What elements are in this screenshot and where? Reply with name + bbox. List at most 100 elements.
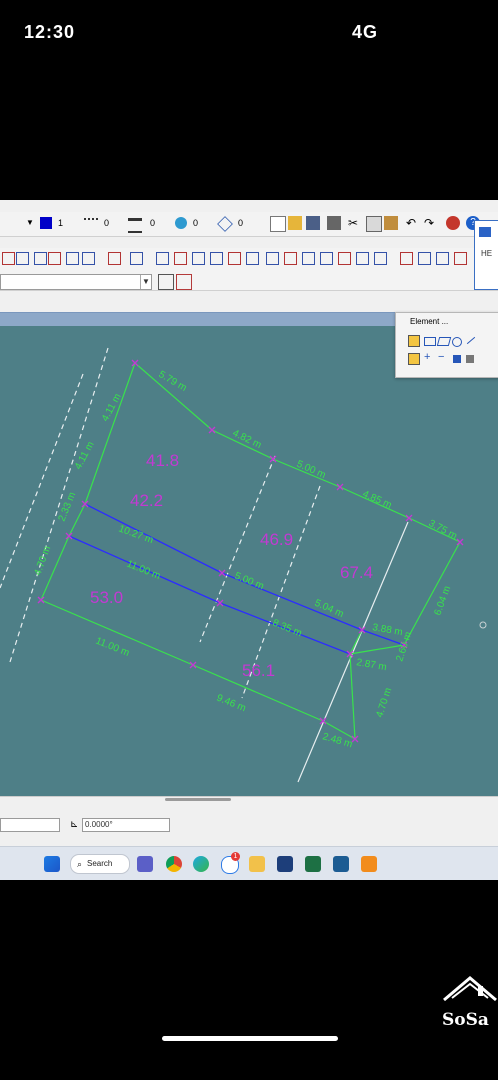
panel-icon[interactable] <box>479 227 491 237</box>
chevron-down-icon[interactable]: ▼ <box>140 275 151 289</box>
draw-tool-icon-24[interactable] <box>436 252 449 265</box>
new-file-icon[interactable] <box>270 216 286 232</box>
taskbar-search[interactable]: ⌕ Search <box>70 854 130 874</box>
draw-tool-icon-22[interactable] <box>400 252 413 265</box>
cad-window: ▼ 1 0 0 0 0 ✂ ↶ ↷ ? ▼ HE 5.79 m 4.82 m 5… <box>0 200 498 880</box>
filter-icon[interactable] <box>176 274 192 290</box>
print-icon[interactable] <box>327 216 341 230</box>
line-weight-icon[interactable] <box>128 218 142 233</box>
circle-icon[interactable] <box>452 337 462 347</box>
redo-icon[interactable]: ↷ <box>424 216 438 230</box>
draw-tool-icon-9[interactable] <box>156 252 169 265</box>
home-indicator[interactable] <box>162 1036 338 1041</box>
element-info-icon[interactable] <box>408 353 420 365</box>
transparency-icon[interactable] <box>175 217 187 229</box>
fill-icon[interactable] <box>453 355 461 363</box>
house-logo-icon <box>443 976 497 1002</box>
view-combo[interactable]: ▼ <box>0 274 152 290</box>
line-style-icon[interactable] <box>84 218 98 230</box>
save-icon[interactable] <box>306 216 320 230</box>
scroll-thumb[interactable] <box>165 798 231 801</box>
area-label: 67.4 <box>340 563 373 582</box>
map-app-icon[interactable] <box>333 856 349 872</box>
dropdown-arrow-icon[interactable]: ▼ <box>26 218 34 227</box>
measure-icon[interactable] <box>158 274 174 290</box>
undo-icon[interactable]: ↶ <box>406 216 420 230</box>
windows-start-icon[interactable] <box>44 856 60 872</box>
cut-icon[interactable]: ✂ <box>348 216 362 230</box>
draw-tool-icon-10[interactable] <box>174 252 187 265</box>
properties-icon[interactable] <box>466 355 474 363</box>
paste-icon[interactable] <box>384 216 398 230</box>
draw-tool-icon-4[interactable] <box>48 252 61 265</box>
draw-tool-icon-5[interactable] <box>66 252 79 265</box>
vertex-marker <box>189 661 197 669</box>
weight2-value[interactable]: 0 <box>150 218 155 228</box>
draw-tool-icon-23[interactable] <box>418 252 431 265</box>
angle-field[interactable]: 0.0000° <box>82 818 170 832</box>
boundary-line <box>40 599 194 666</box>
element-panel-title: Element ... <box>410 317 449 326</box>
priority-icon[interactable] <box>217 216 233 232</box>
draw-tool-icon-25[interactable] <box>454 252 467 265</box>
draw-tool-icon-15[interactable] <box>266 252 279 265</box>
draw-tool-icon-11[interactable] <box>192 252 205 265</box>
polygon-icon[interactable] <box>436 337 452 346</box>
draw-tool-icon-16[interactable] <box>284 252 297 265</box>
element-selection-icon[interactable] <box>408 335 420 347</box>
minus-icon[interactable]: − <box>438 351 444 363</box>
draw-tool-icon-2[interactable] <box>16 252 29 265</box>
drawing-canvas[interactable]: 5.79 m 4.82 m 5.00 m 4.85 m 3.75 m 4.11 m 4.11… <box>0 326 498 796</box>
excel-icon[interactable] <box>305 856 321 872</box>
draw-tool-icon-7[interactable] <box>108 252 121 265</box>
draw-tool-icon-1[interactable] <box>2 252 15 265</box>
file-explorer-icon[interactable] <box>249 856 265 872</box>
copy-icon[interactable] <box>366 216 382 232</box>
vertex-marker <box>218 569 226 577</box>
style-value[interactable]: 0 <box>193 218 198 228</box>
draw-tool-icon-12[interactable] <box>210 252 223 265</box>
vertex-marker <box>456 538 464 546</box>
edge-length-label: 4.70 m <box>32 545 53 577</box>
status-indicators: 4G <box>352 22 379 42</box>
edge-length-label: 5.00 m <box>233 571 265 593</box>
chrome-icon[interactable] <box>166 856 182 872</box>
draw-tool-icon-21[interactable] <box>374 252 387 265</box>
draw-tool-icon-17[interactable] <box>302 252 315 265</box>
open-folder-icon[interactable] <box>288 216 302 230</box>
coordinate-field[interactable] <box>0 818 60 832</box>
tint-value[interactable]: 0 <box>238 218 243 228</box>
color-swatch-icon[interactable] <box>40 217 52 229</box>
edge-length-label: 8.35 m <box>271 618 303 640</box>
right-panel-label: HE <box>481 249 493 258</box>
draw-tool-icon-20[interactable] <box>356 252 369 265</box>
gps-app-icon[interactable] <box>361 856 377 872</box>
line-icon[interactable] <box>466 336 476 345</box>
level-value[interactable]: 1 <box>58 218 63 228</box>
draw-tool-icon-3[interactable] <box>34 252 47 265</box>
vertex-marker <box>216 599 224 607</box>
globe-icon[interactable] <box>446 216 460 230</box>
add-icon[interactable]: + <box>424 351 430 363</box>
draw-tool-icon-8[interactable] <box>130 252 143 265</box>
edge-length-label: 2.48 m <box>321 731 353 750</box>
edge-length-label: 4.85 m <box>361 489 393 511</box>
draw-tool-icon-6[interactable] <box>82 252 95 265</box>
chat-icon[interactable] <box>137 856 153 872</box>
toolbar-combo-row: ▼ <box>0 272 498 291</box>
rectangle-icon[interactable] <box>424 337 436 346</box>
vertex-marker <box>65 532 73 540</box>
guide-line <box>297 521 409 783</box>
draw-tool-icon-14[interactable] <box>246 252 259 265</box>
draw-tool-icon-13[interactable] <box>228 252 241 265</box>
microstation-icon[interactable] <box>277 856 293 872</box>
vertex-marker <box>336 483 344 491</box>
weight1-value[interactable]: 0 <box>104 218 109 228</box>
edge-length-label: 5.79 m <box>157 369 189 394</box>
draw-tool-icon-19[interactable] <box>338 252 351 265</box>
area-label: 53.0 <box>90 588 123 607</box>
edge-icon[interactable] <box>193 856 209 872</box>
status-bar: ⊾ 0.0000° <box>0 796 498 847</box>
draw-tool-icon-18[interactable] <box>320 252 333 265</box>
toolbar-attributes: ▼ 1 0 0 0 0 ✂ ↶ ↷ ? <box>0 212 498 237</box>
